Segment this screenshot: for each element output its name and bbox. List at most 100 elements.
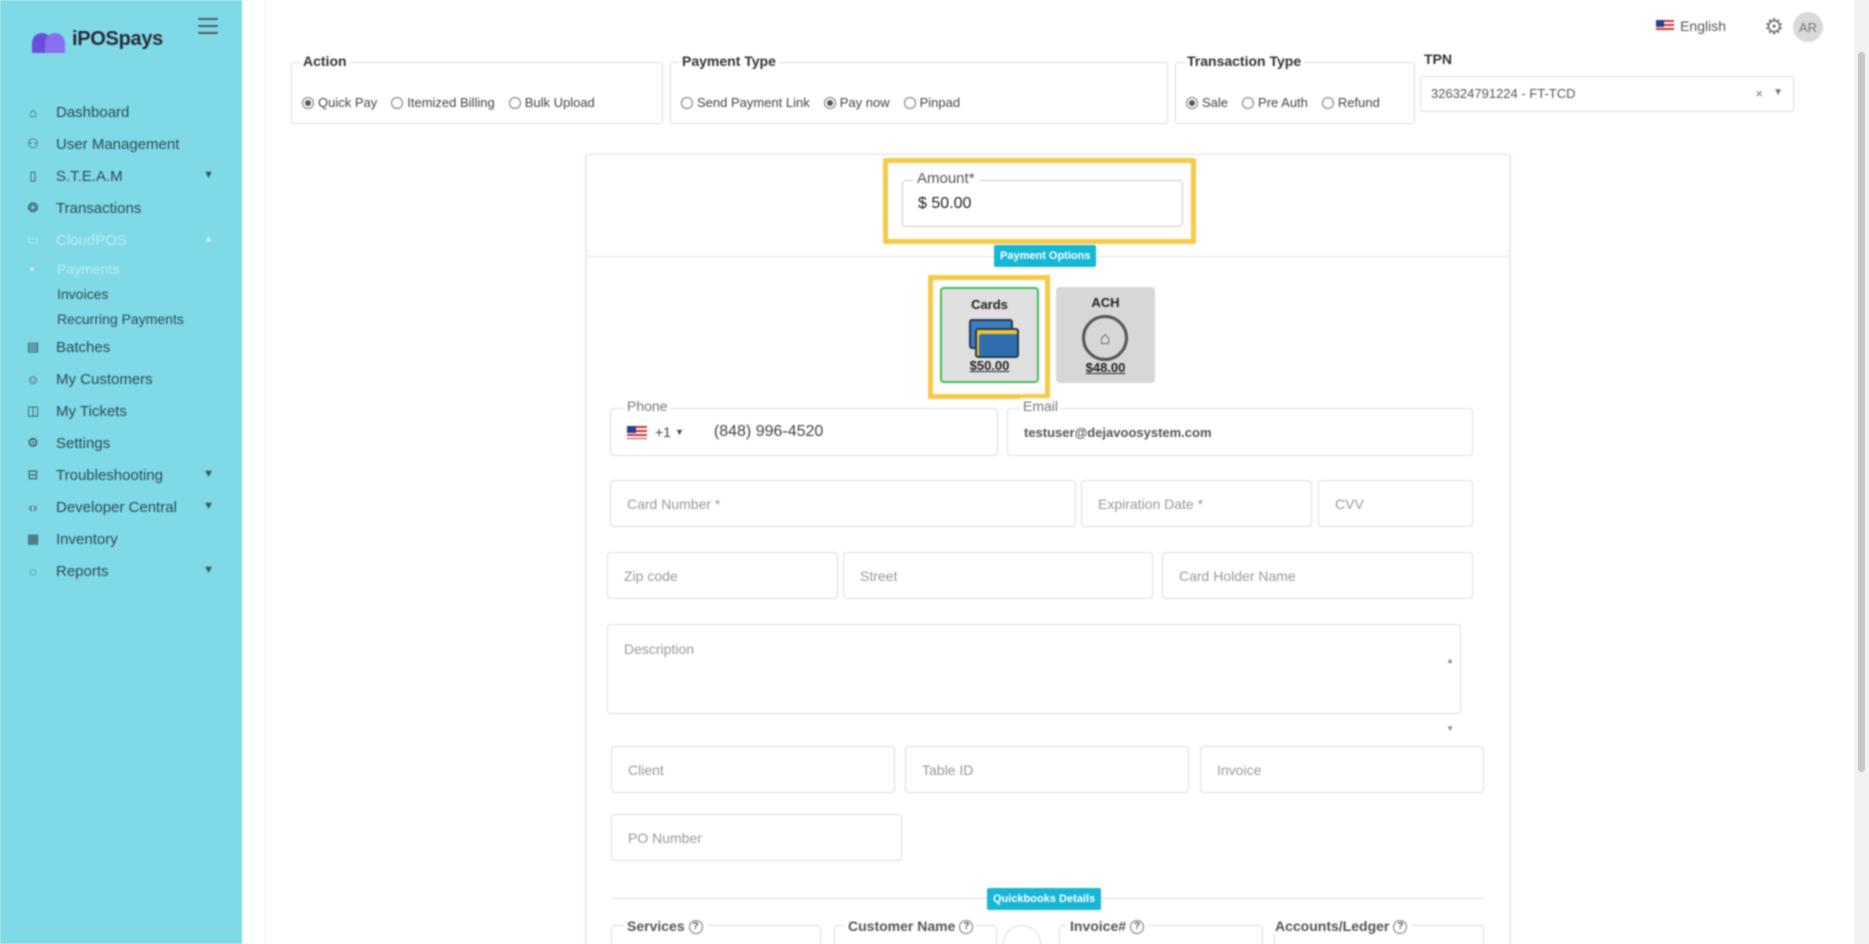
radio-sale[interactable]: Sale [1186,95,1228,110]
card-holder-name-input[interactable]: Card Holder Name [1162,552,1473,599]
street-input[interactable]: Street [843,552,1153,599]
menu-toggle-icon[interactable] [198,18,218,34]
radio-label: Pay now [839,95,890,110]
sidebar-item-batches[interactable]: ▤ Batches [0,331,242,363]
tpn-value: 326324791224 - FT-TCD [1431,86,1576,101]
phone-field[interactable]: +1 ▼ (848) 996-4520 [610,408,998,456]
sidebar-nav: ⌂ Dashboard ⚇ User Management ▯ S.T.E.A.M ▼ … [0,96,242,587]
invoice-number-label: Invoice#? [1067,918,1148,935]
services-label: Services? [624,918,706,935]
radio-label: Send Payment Link [697,95,810,110]
sidebar-subitem-recurring-payments[interactable]: Recurring Payments [0,306,242,331]
dollar-icon: ❂ [27,200,39,215]
radio-quick-pay[interactable]: Quick Pay [302,95,377,110]
accounts-ledger-label: Accounts/Ledger? [1272,918,1411,935]
cards-label: Cards [971,297,1008,312]
expiration-date-input[interactable]: Expiration Date * [1081,480,1312,527]
radio-unchecked-icon [1242,96,1255,109]
amount-input[interactable]: $ 50.00 [902,180,1183,227]
amount-label: Amount* [913,170,979,187]
chevron-down-icon: ▼ [203,564,214,576]
app-logo[interactable]: iPOSpays [32,28,163,53]
code-icon: ‹› [28,499,38,515]
vertical-scrollbar[interactable] [1854,0,1869,944]
transaction-type-title: Transaction Type [1184,53,1305,69]
transaction-type-group: Transaction Type Sale Pre Auth Refund [1175,53,1415,124]
sidebar-item-transactions[interactable]: ❂ Transactions [0,192,242,224]
action-group: Action Quick Pay Itemized Billing Bulk U… [291,53,663,124]
phone-country-code[interactable]: +1 [655,424,671,440]
radio-pay-now[interactable]: Pay now [823,95,890,110]
sidebar-item-inventory[interactable]: ▦ Inventory [0,523,242,555]
radio-label: Bulk Upload [524,95,595,110]
radio-unchecked-icon [391,96,404,109]
help-icon[interactable]: ? [688,920,703,935]
po-number-input[interactable]: PO Number [611,814,902,861]
radio-refund[interactable]: Refund [1321,95,1380,110]
tpn-select[interactable]: 326324791224 - FT-TCD × ▼ [1420,76,1794,112]
sidebar-item-dashboard[interactable]: ⌂ Dashboard [0,96,242,128]
radio-bulk-upload[interactable]: Bulk Upload [508,95,595,110]
table-id-input[interactable]: Table ID [905,746,1189,793]
card-number-input[interactable]: Card Number * [610,480,1076,527]
sidebar-item-steam[interactable]: ▯ S.T.E.A.M ▼ [0,160,242,192]
sidebar-item-cloudpos[interactable]: ▭ CloudPOS ▲ [0,224,242,256]
help-icon[interactable]: ? [959,920,974,935]
chevron-up-icon: ▲ [203,233,214,245]
bank-transfer-icon: ⌂ [1082,315,1128,361]
sidebar-item-label: Troubleshooting [56,466,164,484]
payment-type-group: Payment Type Send Payment Link Pay now P… [670,53,1168,124]
sidebar-item-troubleshooting[interactable]: ⊟ Troubleshooting ▼ [0,459,242,491]
radio-label: Itemized Billing [407,95,495,110]
sidebar-subitem-payments[interactable]: Payments [0,256,242,281]
services-label-text: Services [627,918,685,934]
invoice-number-label-text: Invoice# [1070,918,1127,934]
sidebar-item-label: User Management [56,135,180,153]
payment-option-cards[interactable]: Cards $50.00 [940,287,1039,383]
description-placeholder: Description [624,641,695,657]
sidebar-item-user-management[interactable]: ⚇ User Management [0,128,242,160]
credit-card-icon [969,319,1019,358]
logo-mark-icon [32,31,66,53]
sidebar-item-developer-central[interactable]: ‹› Developer Central ▼ [0,491,242,523]
sidebar-subitem-invoices[interactable]: Invoices [0,281,242,306]
payment-type-title: Payment Type [679,53,779,69]
description-textarea[interactable]: Description ▲ ▼ [607,624,1461,733]
radio-checked-icon [823,96,836,109]
payment-option-ach[interactable]: ACH ⌂ $48.00 [1056,287,1155,383]
sidebar-item-label: My Tickets [56,402,127,420]
file-icon: ▤ [26,339,40,354]
radio-pinpad[interactable]: Pinpad [903,95,960,110]
tpn-label: TPN [1424,51,1452,67]
payment-options-badge: Payment Options [994,245,1097,267]
radio-itemized-billing[interactable]: Itemized Billing [391,95,495,110]
email-field[interactable]: testuser@dejavoosystem.com [1007,408,1473,456]
chevron-down-icon: ▼ [674,427,684,437]
help-icon[interactable]: ? [1393,920,1408,935]
device-icon: ▯ [29,168,37,183]
invoice-input[interactable]: Invoice [1200,746,1484,793]
clear-icon[interactable]: × [1755,86,1763,101]
scrollbar-thumb[interactable] [1858,52,1865,772]
sidebar-item-label: CloudPOS [56,231,127,249]
radio-pre-auth[interactable]: Pre Auth [1242,95,1308,110]
sidebar-item-reports[interactable]: ◌ Reports ▼ [0,555,242,587]
sidebar-item-label: Developer Central [56,498,177,516]
radio-unchecked-icon [1321,96,1334,109]
sidebar-item-my-tickets[interactable]: ◫ My Tickets [0,395,242,427]
zip-code-input[interactable]: Zip code [607,552,838,599]
client-input[interactable]: Client [611,746,895,793]
ach-amount: $48.00 [1085,360,1126,375]
active-dot-icon [30,267,34,271]
sidebar-item-settings[interactable]: ⚙ Settings [0,427,242,459]
sidebar-item-label: Settings [56,434,111,452]
radio-unchecked-icon [903,96,916,109]
sidebar-item-my-customers[interactable]: ☺ My Customers [0,363,242,395]
radio-checked-icon [1186,96,1198,109]
quickbooks-details-badge: Quickbooks Details [987,888,1102,910]
help-icon[interactable]: ? [1130,920,1145,935]
radio-send-payment-link[interactable]: Send Payment Link [681,95,810,110]
sidebar-item-label: Inventory [56,530,118,548]
cvv-input[interactable]: CVV [1318,480,1473,527]
home-icon: ⌂ [29,104,37,120]
